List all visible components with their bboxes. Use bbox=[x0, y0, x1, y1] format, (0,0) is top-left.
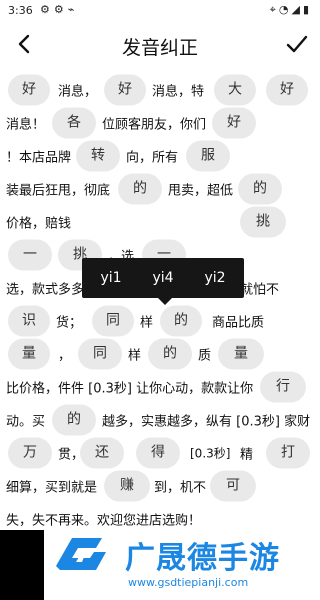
char-pill[interactable]: 服 bbox=[186, 140, 230, 172]
char-pill[interactable]: 一 bbox=[8, 239, 52, 271]
char-pill[interactable]: 好 bbox=[266, 74, 308, 106]
pinyin-option[interactable]: yi1 bbox=[84, 258, 138, 298]
text-run: 位顾客朋友，你们 bbox=[102, 117, 207, 133]
location-icon: ⌖ bbox=[269, 3, 279, 16]
status-right-icons: ⌖◔◢▮ bbox=[270, 3, 312, 17]
status-time: 3:36 bbox=[8, 4, 33, 17]
text-run: 比价格，件件 [0.3秒] 让你心动，款款让你 bbox=[6, 381, 254, 397]
char-pill[interactable]: 好 bbox=[212, 107, 256, 139]
page-title: 发音纠正 bbox=[121, 37, 198, 59]
gear-icon: ⚙ bbox=[40, 3, 54, 16]
char-pill[interactable]: 打 bbox=[266, 437, 310, 469]
text-run: 精 bbox=[240, 447, 254, 463]
correction-text: 好 消息， 好 消息，特 大 好 消息！ 各 位顾客朋友，你们 好 ！本店品牌 … bbox=[0, 68, 320, 538]
pinyin-picker: yi1 yi4 yi2 bbox=[82, 258, 244, 305]
bottom-dark-block bbox=[0, 530, 44, 600]
pinyin-option[interactable]: yi4 bbox=[136, 258, 190, 298]
char-pill[interactable]: 同 bbox=[92, 305, 134, 337]
char-pill[interactable]: 万 bbox=[8, 437, 52, 469]
status-bar: 3:36 ⚙⚙⌁ ⌖◔◢▮ bbox=[0, 0, 320, 22]
char-pill[interactable]: 大 bbox=[214, 74, 256, 106]
text-run: 甩卖，超低 bbox=[168, 183, 234, 199]
text-run: 质 bbox=[198, 348, 212, 364]
text-run: 样 bbox=[140, 315, 154, 331]
pinyin-option[interactable]: yi2 bbox=[188, 258, 242, 298]
watermark-title: 广晟德手游 bbox=[125, 541, 280, 576]
char-pill[interactable]: 量 bbox=[218, 338, 264, 370]
cast-icon: ⌁ bbox=[67, 3, 79, 16]
pause-marker: [0.3秒] bbox=[190, 446, 231, 461]
check-icon bbox=[286, 35, 308, 53]
text-run: ！本店品牌 bbox=[6, 150, 72, 166]
char-pill[interactable]: 好 bbox=[8, 74, 50, 106]
char-pill[interactable]: 转 bbox=[76, 140, 120, 172]
popup-pointer bbox=[158, 298, 172, 305]
g-logo-icon bbox=[50, 530, 110, 578]
text-run: 细算，买到就是 bbox=[6, 480, 98, 496]
text-run: 消息，特 bbox=[152, 84, 205, 100]
text-run: 向，所有 bbox=[126, 150, 179, 166]
char-pill[interactable]: 好 bbox=[104, 74, 146, 106]
text-run: 越多，实惠越多，纵有 [0.3秒] 家财 bbox=[102, 414, 311, 430]
signal-icon: ◢ bbox=[291, 3, 303, 16]
char-pill[interactable]: 可 bbox=[210, 470, 256, 502]
text-run: 消息！ bbox=[6, 117, 46, 133]
text-run: 装最后狂甩，彻底 bbox=[6, 183, 111, 199]
char-pill[interactable]: 的 bbox=[238, 173, 282, 205]
text-run: 价格，赔钱 bbox=[6, 216, 72, 232]
text-run: 消息， bbox=[58, 84, 98, 100]
text-run: 商品比质 bbox=[212, 315, 265, 331]
char-pill[interactable]: 还 bbox=[80, 437, 124, 469]
char-pill[interactable]: 的 bbox=[118, 173, 162, 205]
text-run: 动。买 bbox=[6, 414, 46, 430]
text-run: ， bbox=[58, 348, 72, 364]
char-pill[interactable]: 的 bbox=[148, 338, 192, 370]
char-pill[interactable]: 得 bbox=[136, 437, 180, 469]
wifi-icon: ◔ bbox=[278, 3, 292, 16]
char-pill[interactable]: 量 bbox=[8, 338, 50, 370]
char-pill[interactable]: 各 bbox=[52, 107, 96, 139]
text-run: 失，失不再来。欢迎您进店选购！ bbox=[6, 513, 202, 529]
confirm-button[interactable] bbox=[284, 29, 310, 59]
char-pill[interactable]: 识 bbox=[8, 305, 50, 337]
text-run: 货； bbox=[56, 315, 83, 331]
char-pill[interactable]: 挑 bbox=[240, 206, 286, 238]
text-run: 到，机不 bbox=[154, 480, 207, 496]
battery-icon: ▮ bbox=[302, 3, 312, 16]
char-pill[interactable]: 赚 bbox=[104, 470, 150, 502]
char-pill[interactable]: 同 bbox=[78, 338, 122, 370]
text-run: 样 bbox=[128, 348, 142, 364]
gear-icon: ⚙ bbox=[53, 3, 68, 16]
char-pill[interactable]: 行 bbox=[260, 371, 306, 403]
status-left-icons: ⚙⚙⌁ bbox=[40, 3, 78, 16]
char-pill[interactable]: 的 bbox=[160, 305, 202, 337]
app-bar: 发音纠正 bbox=[0, 22, 320, 68]
char-pill[interactable]: 的 bbox=[52, 404, 96, 436]
watermark-url: www.gsdtiepianji.com bbox=[128, 576, 249, 589]
